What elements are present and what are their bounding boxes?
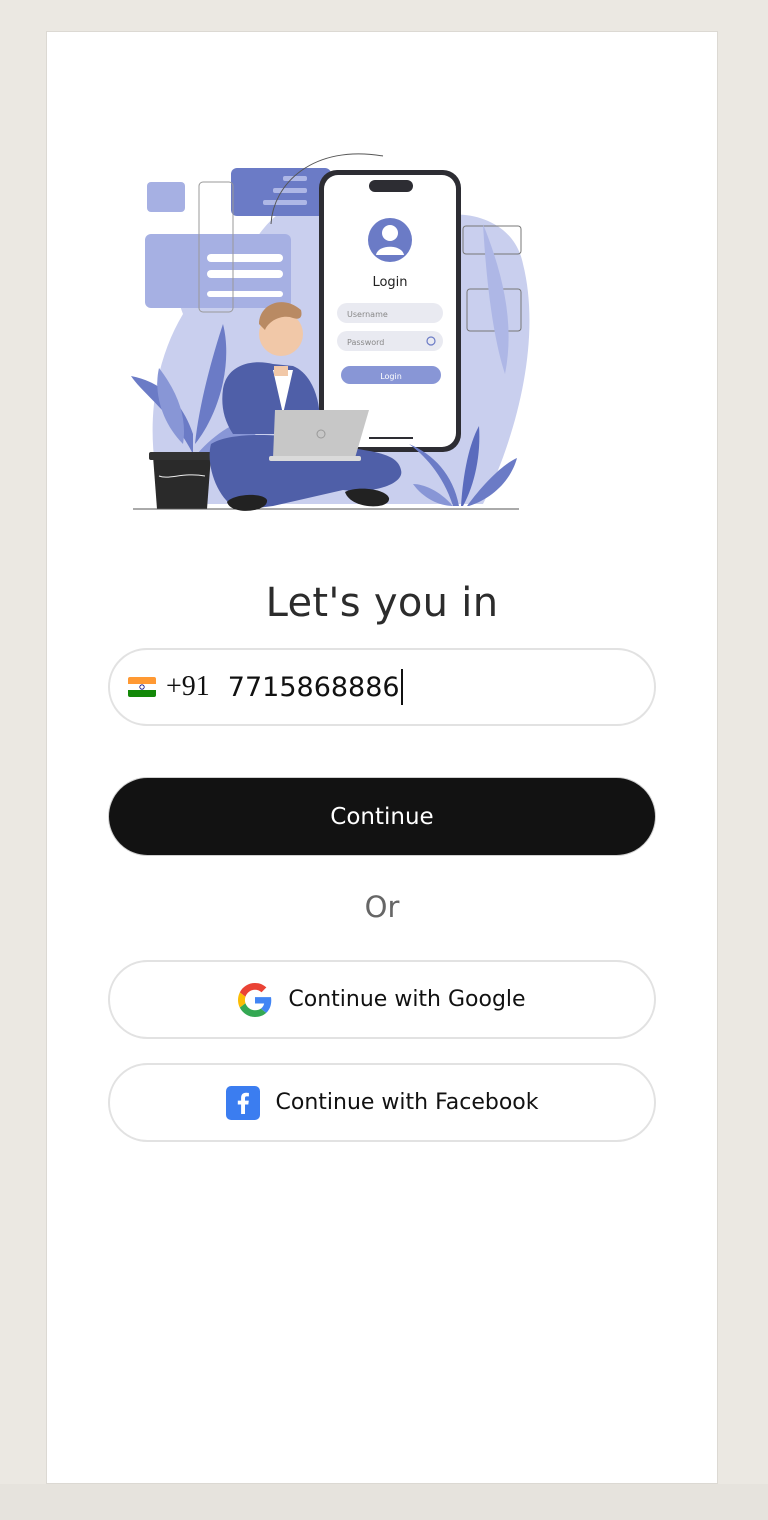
bottom-bar [0,1484,768,1520]
continue-with-facebook-button[interactable]: Continue with Facebook [108,1063,656,1142]
facebook-icon [225,1085,260,1120]
illustration-username-placeholder: Username [347,310,388,319]
or-divider: Or [364,890,400,924]
page-title: Let's you in [265,580,499,626]
google-icon [238,982,272,1017]
illustration-login-button: Login [380,372,402,381]
login-card: Login Username Password Login Let's you … [46,31,718,1484]
phone-number-input[interactable]: 7715868886 [228,672,400,703]
google-button-label: Continue with Google [288,987,526,1012]
india-flag-icon[interactable] [128,677,156,697]
continue-button[interactable]: Continue [108,777,656,856]
facebook-button-label: Continue with Facebook [275,1090,539,1115]
text-caret [400,669,403,705]
phone-number-field[interactable]: +91 7715868886 [108,648,656,726]
country-code[interactable]: +91 [166,671,210,703]
illustration-password-placeholder: Password [347,338,384,347]
illustration-login-heading: Login [372,275,407,290]
continue-with-google-button[interactable]: Continue with Google [108,960,656,1039]
login-illustration: Login Username Password Login [131,153,530,511]
